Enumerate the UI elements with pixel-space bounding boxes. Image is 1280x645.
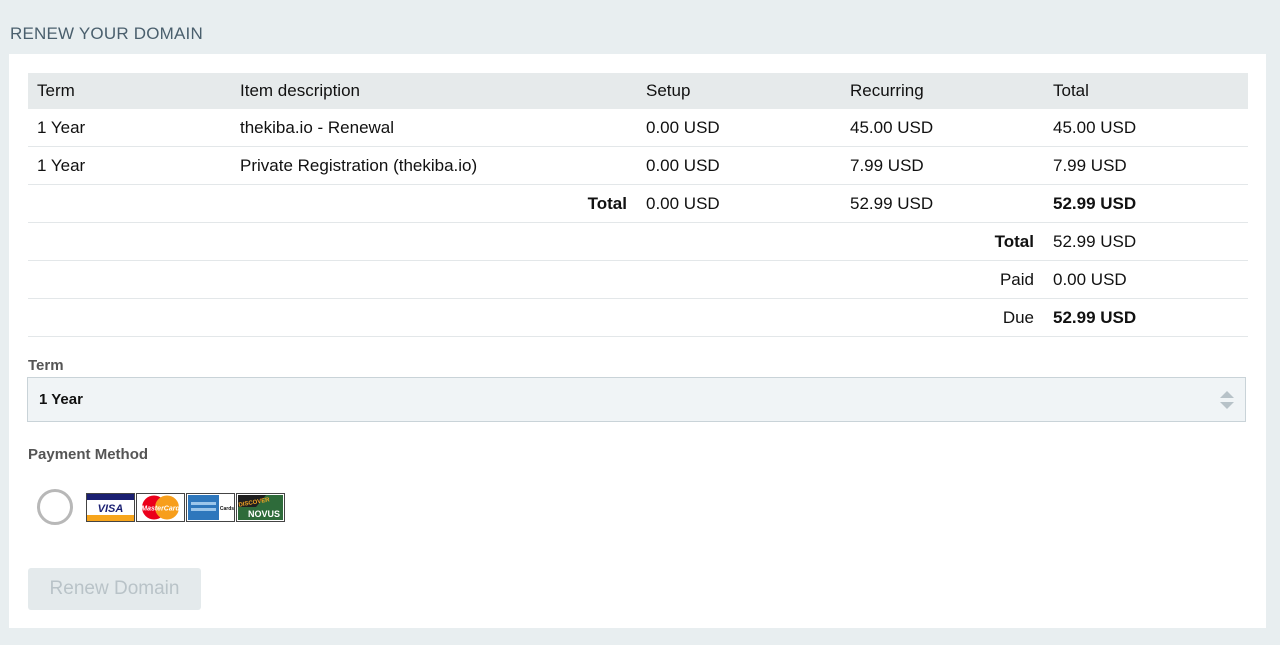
row-total: 45.00 USD xyxy=(1044,109,1248,147)
row-term: 1 Year xyxy=(28,146,231,185)
summary-paid-row: Paid 0.00 USD xyxy=(28,260,1248,299)
amex-card-icon: Cards xyxy=(186,493,235,522)
term-select[interactable]: 1 Year xyxy=(27,377,1246,422)
page-title: RENEW YOUR DOMAIN xyxy=(10,24,203,43)
subtotal-setup: 0.00 USD xyxy=(637,184,841,223)
summary-total-row: Total 52.99 USD xyxy=(28,222,1248,261)
payment-method-radio[interactable] xyxy=(37,489,73,525)
summary-paid-value: 0.00 USD xyxy=(1044,260,1248,299)
summary-due-label: Due xyxy=(28,298,1044,337)
discover-novus-card-icon: DISCOVER NOVUS xyxy=(236,493,285,522)
renew-panel: Term Item description Setup Recurring To… xyxy=(9,54,1266,628)
visa-card-icon: VISA xyxy=(86,493,135,522)
row-total: 7.99 USD xyxy=(1044,146,1248,185)
row-item: Private Registration (thekiba.io) xyxy=(231,146,637,185)
renew-domain-button[interactable]: Renew Domain xyxy=(28,568,201,610)
svg-text:Cards: Cards xyxy=(220,506,234,512)
summary-due-value: 52.99 USD xyxy=(1044,298,1248,337)
row-recurring: 45.00 USD xyxy=(841,109,1044,147)
row-recurring: 7.99 USD xyxy=(841,146,1044,185)
header-item-description: Item description xyxy=(231,73,637,109)
summary-total-value: 52.99 USD xyxy=(1044,222,1248,261)
header-recurring: Recurring xyxy=(841,73,1044,109)
mastercard-card-icon: MasterCard xyxy=(136,493,185,522)
row-item: thekiba.io - Renewal xyxy=(231,109,637,147)
row-setup: 0.00 USD xyxy=(637,146,841,185)
summary-paid-label: Paid xyxy=(28,260,1044,299)
term-select-value: 1 Year xyxy=(39,391,83,408)
credit-card-logos: VISA MasterCard Cards DISCOVER NOVUS xyxy=(86,493,285,522)
payment-method-label: Payment Method xyxy=(28,446,149,463)
row-term: 1 Year xyxy=(28,109,231,147)
header-total: Total xyxy=(1044,73,1248,109)
summary-due-row: Due 52.99 USD xyxy=(28,298,1248,337)
table-row: 1 Year Private Registration (thekiba.io)… xyxy=(28,146,1248,185)
row-setup: 0.00 USD xyxy=(637,109,841,147)
subtotal-total: 52.99 USD xyxy=(1044,184,1248,223)
subtotal-row: Total 0.00 USD 52.99 USD 52.99 USD xyxy=(28,184,1248,223)
table-row: 1 Year thekiba.io - Renewal 0.00 USD 45.… xyxy=(28,109,1248,147)
svg-text:MasterCard: MasterCard xyxy=(141,506,180,513)
term-label: Term xyxy=(28,357,64,374)
svg-text:VISA: VISA xyxy=(98,503,124,515)
summary-total-label: Total xyxy=(28,222,1044,261)
svg-text:NOVUS: NOVUS xyxy=(248,509,280,519)
header-setup: Setup xyxy=(637,73,841,109)
invoice-table: Term Item description Setup Recurring To… xyxy=(28,73,1248,337)
select-arrows-icon xyxy=(1219,390,1235,415)
subtotal-label: Total xyxy=(28,184,637,223)
table-header-row: Term Item description Setup Recurring To… xyxy=(28,73,1248,109)
subtotal-recurring: 52.99 USD xyxy=(841,184,1044,223)
header-term: Term xyxy=(28,73,231,109)
